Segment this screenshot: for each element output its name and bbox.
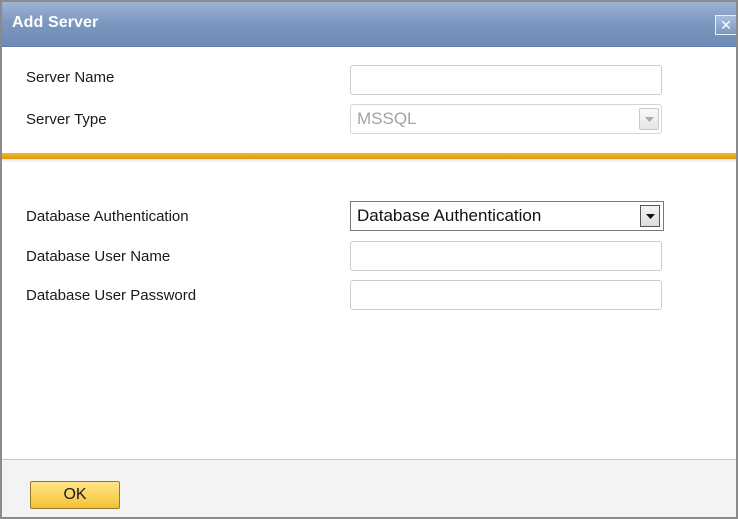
database-user-password-input[interactable]	[350, 280, 662, 310]
server-type-label: Server Type	[26, 111, 107, 128]
database-authentication-value: Database Authentication	[357, 206, 542, 225]
add-server-dialog: Add Server ✕ Server Name Server Type MSS…	[0, 0, 738, 519]
database-user-password-label: Database User Password	[26, 287, 197, 304]
chevron-down-icon	[640, 205, 660, 227]
section-divider-shadow	[2, 159, 736, 163]
dialog-title: Add Server	[12, 14, 99, 31]
database-user-name-label: Database User Name	[26, 248, 171, 265]
database-authentication-label: Database Authentication	[26, 208, 189, 225]
server-name-input[interactable]	[350, 65, 662, 95]
ok-button[interactable]: OK	[30, 481, 120, 509]
close-button[interactable]: ✕	[715, 15, 736, 35]
dialog-titlebar: Add Server ✕	[2, 2, 736, 47]
chevron-down-icon	[639, 108, 659, 130]
server-type-value: MSSQL	[357, 109, 417, 128]
server-type-select[interactable]: MSSQL	[350, 104, 662, 134]
database-authentication-select[interactable]: Database Authentication	[350, 201, 664, 231]
database-user-name-input[interactable]	[350, 241, 662, 271]
server-name-label: Server Name	[26, 69, 115, 86]
close-icon: ✕	[720, 17, 732, 33]
